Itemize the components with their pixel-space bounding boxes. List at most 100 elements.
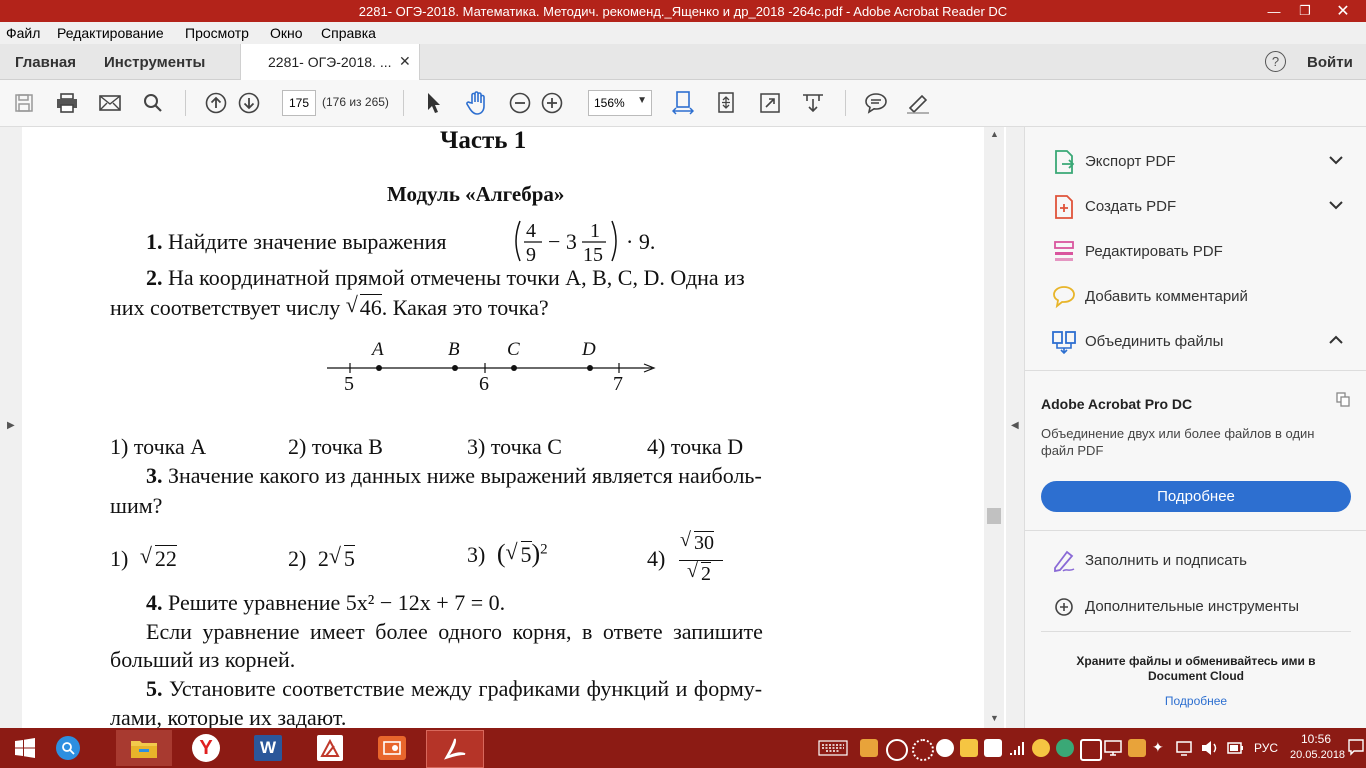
- cloud-learn-more-link[interactable]: Подробнее: [1025, 694, 1366, 708]
- tool-label: Дополнительные инструменты: [1085, 598, 1300, 615]
- close-button[interactable]: ✕: [1320, 0, 1366, 22]
- tool-edit-pdf[interactable]: Редактировать PDF: [1025, 239, 1366, 265]
- zoom-out-icon[interactable]: [508, 91, 532, 115]
- tray-app-icon[interactable]: [984, 739, 1002, 757]
- promo-text-line1: Объединение двух или более файлов в один: [1041, 426, 1315, 441]
- zoom-select[interactable]: 156% ▼: [588, 90, 652, 116]
- copy-icon[interactable]: [1335, 391, 1351, 407]
- collapse-right-panel-icon[interactable]: ◀: [1011, 420, 1019, 431]
- tool-combine-files[interactable]: Объединить файлы: [1025, 329, 1366, 355]
- previous-page-icon[interactable]: [204, 91, 228, 115]
- slides-app-icon[interactable]: [364, 730, 420, 766]
- tray-app-icon[interactable]: [936, 739, 954, 757]
- tool-fill-sign[interactable]: Заполнить и подписать: [1025, 548, 1366, 574]
- left-panel-strip: ▶: [0, 127, 22, 728]
- tab-document-label: 2281- ОГЭ-2018. ...: [268, 54, 392, 70]
- svg-text:1: 1: [590, 220, 600, 242]
- answer-option-3: 3) (√ 5)2: [467, 539, 548, 568]
- battery-icon[interactable]: [1226, 739, 1244, 762]
- chevron-up-icon: [1329, 333, 1343, 348]
- tool-label: Создать PDF: [1085, 198, 1177, 215]
- word-icon[interactable]: W: [240, 730, 296, 766]
- tray-app-icon[interactable]: [912, 739, 934, 761]
- menu-window[interactable]: Окно: [270, 25, 303, 41]
- minimize-button[interactable]: —: [1258, 0, 1290, 22]
- page-number-input[interactable]: 175: [282, 90, 316, 116]
- hand-tool-icon[interactable]: [465, 91, 489, 115]
- bluetooth-icon[interactable]: ✦: [1152, 739, 1164, 756]
- tray-app-icon[interactable]: [1128, 739, 1146, 757]
- acrobat-reader-icon[interactable]: [426, 730, 484, 768]
- answer-label: 3): [467, 542, 486, 567]
- tray-app-icon[interactable]: [960, 739, 978, 757]
- file-explorer-icon[interactable]: [116, 730, 172, 766]
- title-bar: 2281- ОГЭ-2018. Математика. Методич. рек…: [0, 0, 1366, 22]
- restore-button[interactable]: ❐: [1290, 0, 1320, 22]
- save-icon[interactable]: [12, 91, 36, 115]
- print-icon[interactable]: [55, 91, 79, 115]
- edit-pdf-icon: [1054, 241, 1074, 261]
- email-icon[interactable]: [98, 91, 122, 115]
- tool-more-tools[interactable]: Дополнительные инструменты: [1025, 594, 1366, 620]
- display-icon[interactable]: [1104, 740, 1122, 761]
- tab-close-icon[interactable]: ✕: [399, 53, 411, 70]
- tray-app-icon[interactable]: [1080, 739, 1102, 761]
- scroll-mode-icon[interactable]: [801, 91, 825, 115]
- help-icon[interactable]: ?: [1265, 51, 1286, 72]
- full-screen-icon[interactable]: [758, 91, 782, 115]
- scrollbar-thumb[interactable]: [987, 508, 1001, 524]
- expand-left-panel-icon[interactable]: ▶: [7, 420, 15, 431]
- zoom-in-icon[interactable]: [540, 91, 564, 115]
- menu-edit[interactable]: Редактирование: [57, 25, 164, 41]
- answer-option-4-denominator: √ 2: [687, 560, 711, 585]
- tick-label-7: 7: [613, 373, 623, 395]
- network-icon[interactable]: [1174, 739, 1194, 762]
- search-icon[interactable]: [141, 91, 165, 115]
- scroll-up-icon[interactable]: ▲: [990, 129, 999, 139]
- comment-icon[interactable]: [864, 91, 888, 115]
- divider: [1025, 530, 1366, 531]
- login-button[interactable]: Войти: [1307, 54, 1353, 71]
- tool-add-comment[interactable]: Добавить комментарий: [1025, 284, 1366, 310]
- tab-document[interactable]: 2281- ОГЭ-2018. ... ✕: [240, 44, 420, 80]
- tool-create-pdf[interactable]: Создать PDF: [1025, 194, 1366, 220]
- speaker-icon[interactable]: [1200, 739, 1220, 762]
- clock-time[interactable]: 10:56: [1294, 732, 1338, 746]
- menu-help[interactable]: Справка: [321, 25, 376, 41]
- search-icon[interactable]: [50, 730, 86, 766]
- point-label-c: C: [507, 339, 520, 360]
- next-page-icon[interactable]: [237, 91, 261, 115]
- keyboard-icon[interactable]: [818, 740, 848, 761]
- tray-app-icon[interactable]: [1056, 739, 1074, 757]
- menu-file[interactable]: Файл: [6, 25, 40, 41]
- tray-app-icon[interactable]: [860, 739, 878, 757]
- promo-text-line2: файл PDF: [1041, 443, 1104, 458]
- tray-app-icon[interactable]: [886, 739, 908, 761]
- scroll-down-icon[interactable]: ▼: [990, 713, 999, 723]
- answer-option: 4) точка D: [647, 434, 744, 459]
- promo-title: Adobe Acrobat Pro DC: [1041, 396, 1193, 412]
- learn-more-button[interactable]: Подробнее: [1041, 481, 1351, 512]
- yandex-browser-icon[interactable]: Y: [178, 730, 234, 766]
- tab-tools[interactable]: Инструменты: [104, 54, 205, 71]
- question-number: 4.: [146, 590, 163, 615]
- fit-width-icon[interactable]: [671, 91, 695, 115]
- menu-view[interactable]: Просмотр: [185, 25, 249, 41]
- windows-start-icon[interactable]: [0, 730, 50, 766]
- signal-strength-icon[interactable]: [1008, 739, 1028, 762]
- highlight-pen-icon[interactable]: [906, 91, 930, 115]
- vertical-scrollbar[interactable]: ▲ ▼: [986, 127, 1003, 728]
- tool-export-pdf[interactable]: Экспорт PDF: [1025, 149, 1366, 175]
- fit-page-icon[interactable]: [714, 91, 738, 115]
- comment-icon: [1053, 286, 1075, 309]
- notifications-icon[interactable]: [1348, 738, 1364, 761]
- toolbar-divider: [403, 90, 404, 116]
- tray-app-icon[interactable]: [1032, 739, 1050, 757]
- tab-home[interactable]: Главная: [15, 54, 76, 71]
- presentation-app-icon[interactable]: [302, 730, 358, 766]
- tick-label-6: 6: [479, 373, 489, 395]
- clock-date[interactable]: 20.05.2018: [1290, 749, 1345, 761]
- tool-label: Экспорт PDF: [1085, 153, 1176, 170]
- language-indicator[interactable]: РУС: [1254, 741, 1278, 755]
- select-cursor-icon[interactable]: [422, 91, 446, 115]
